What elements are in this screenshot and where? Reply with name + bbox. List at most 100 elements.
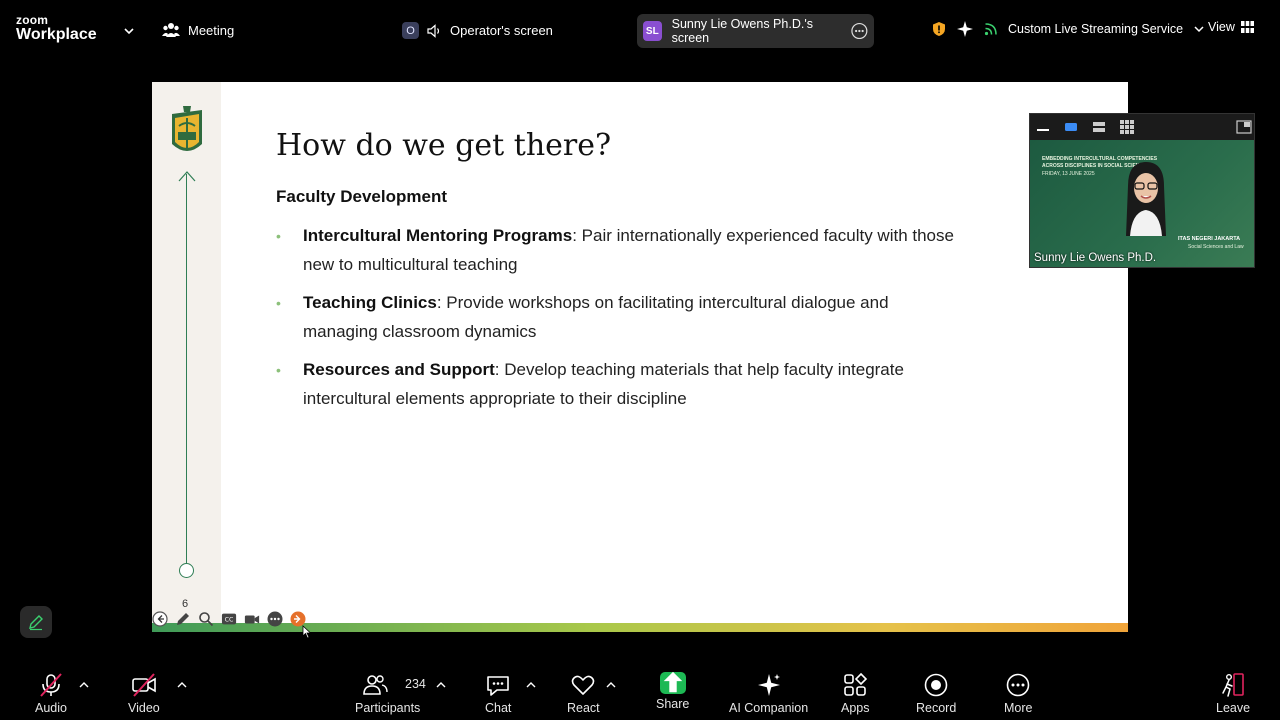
bullet-list: Intercultural Mentoring Programs: Pair i…	[276, 222, 956, 423]
presentation-slide: 6 How do we get there? Faculty Developme…	[152, 82, 1128, 632]
video-panel-controls	[1030, 114, 1256, 140]
record-label: Record	[916, 701, 957, 715]
pencil-icon	[29, 615, 43, 631]
chat-label: Chat	[485, 701, 512, 715]
participants-count: 234	[405, 677, 426, 691]
speaker-view-icon[interactable]	[1064, 120, 1078, 134]
more-icon[interactable]	[267, 611, 283, 627]
more-button[interactable]: More	[1004, 672, 1032, 715]
logo-line2: Workplace	[16, 26, 97, 43]
svg-text:CC: CC	[225, 617, 234, 624]
speaker-video: EMBEDDING INTERCULTURAL COMPETENCIES ACR…	[1030, 140, 1254, 267]
record-icon	[924, 673, 948, 697]
university-crest-icon	[172, 106, 202, 151]
view-button[interactable]: View	[1208, 20, 1254, 34]
top-right-controls: Custom Live Streaming Service	[932, 20, 1205, 38]
timeline-line	[186, 174, 187, 569]
bottom-toolbar: Audio Video Participants 234 Chat React …	[0, 662, 1280, 720]
ai-sparkle-icon	[757, 674, 780, 696]
participants-label: Participants	[355, 701, 421, 715]
apps-label: Apps	[841, 701, 870, 715]
video-camera-off-icon	[132, 673, 156, 697]
bullet-heading: Teaching Clinics	[303, 293, 437, 312]
pen-tool-icon[interactable]	[175, 611, 191, 627]
banner-faculty: Social Sciences and Law	[1188, 244, 1244, 250]
meeting-menu[interactable]: Meeting	[162, 22, 234, 38]
slide-toolbar: CC	[152, 611, 306, 627]
ai-companion-label: AI Companion	[729, 701, 809, 715]
list-item: Teaching Clinics: Provide workshops on f…	[276, 289, 956, 346]
participants-icon	[362, 675, 388, 695]
ai-companion-button[interactable]: AI Companion	[729, 672, 808, 715]
streaming-label[interactable]: Custom Live Streaming Service	[1008, 22, 1183, 36]
chat-icon	[487, 676, 510, 696]
zoom-tool-icon[interactable]	[198, 611, 214, 627]
shield-icon[interactable]	[932, 21, 946, 37]
grid-icon	[1240, 21, 1254, 33]
previous-slide-icon[interactable]	[152, 611, 168, 627]
chevron-up-icon[interactable]	[526, 680, 536, 690]
share-screen-icon	[659, 671, 686, 694]
more-label: More	[1004, 701, 1033, 715]
meeting-label: Meeting	[188, 22, 235, 38]
annotate-button[interactable]	[20, 606, 52, 638]
chevron-up-icon[interactable]	[177, 680, 187, 690]
chevron-up-icon[interactable]	[436, 680, 446, 690]
logo-line1: zoom	[16, 13, 49, 27]
slide-title: How do we get there?	[276, 128, 612, 163]
minimize-icon[interactable]	[1036, 120, 1050, 134]
share-label: Share	[656, 697, 690, 711]
mouse-cursor-icon	[302, 625, 312, 639]
leave-button[interactable]: Leave	[1216, 672, 1250, 715]
apps-icon	[844, 672, 868, 696]
speaker-avatar	[1126, 162, 1166, 236]
live-stream-icon	[984, 23, 997, 36]
list-item: Resources and Support: Develop teaching …	[276, 356, 956, 413]
sparkle-icon[interactable]	[956, 20, 974, 38]
gallery-view-icon[interactable]	[1120, 120, 1134, 134]
list-item: Intercultural Mentoring Programs: Pair i…	[276, 222, 956, 279]
bullet-heading: Intercultural Mentoring Programs	[303, 226, 573, 245]
speaker-screen-tab[interactable]: SL Sunny Lie Owens Ph.D.'s screen	[637, 14, 874, 48]
bullet-heading: Resources and Support	[303, 360, 495, 379]
react-button[interactable]: React	[567, 672, 600, 715]
more-options-icon[interactable]	[851, 22, 868, 40]
strip-view-icon[interactable]	[1092, 120, 1106, 134]
chevron-up-icon[interactable]	[79, 680, 89, 690]
chevron-up-icon[interactable]	[606, 680, 616, 690]
heart-icon	[572, 675, 595, 695]
chat-button[interactable]: Chat	[485, 672, 511, 715]
captions-icon[interactable]: CC	[221, 611, 237, 627]
people-icon	[162, 23, 180, 37]
chevron-down-icon[interactable]	[1193, 23, 1205, 35]
slide-number: 6	[182, 598, 189, 610]
react-label: React	[567, 701, 600, 715]
apps-button[interactable]: Apps	[841, 672, 870, 715]
section-title: Faculty Development	[276, 187, 447, 206]
operator-label: Operator's screen	[450, 23, 553, 38]
zoom-logo[interactable]: zoom Workplace	[16, 14, 97, 43]
speaker-icon	[427, 23, 440, 38]
video-button[interactable]: Video	[128, 672, 160, 715]
more-icon	[1006, 673, 1030, 697]
speaker-screen-label: Sunny Lie Owens Ph.D.'s screen	[671, 17, 813, 45]
camera-icon[interactable]	[244, 611, 260, 627]
microphone-muted-icon	[40, 673, 62, 697]
share-button[interactable]: Share	[656, 671, 690, 711]
timeline-endpoint	[179, 563, 194, 578]
operator-badge: O	[402, 22, 419, 39]
view-label: View	[1208, 20, 1235, 34]
participant-name: Sunny Lie Owens Ph.D.	[1034, 252, 1157, 264]
operator-screen-tab[interactable]: O Operator's screen	[402, 22, 553, 39]
video-label: Video	[128, 701, 160, 715]
leave-label: Leave	[1216, 701, 1251, 715]
speaker-badge: SL	[643, 21, 662, 41]
chevron-down-icon[interactable]	[122, 24, 136, 38]
pop-out-icon[interactable]	[1236, 120, 1252, 134]
record-button[interactable]: Record	[916, 672, 956, 715]
leave-icon	[1222, 673, 1244, 697]
audio-label: Audio	[35, 701, 67, 715]
timeline-arrow-icon	[178, 171, 196, 182]
audio-button[interactable]: Audio	[35, 672, 67, 715]
banner-university: ITAS NEGERI JAKARTA	[1178, 236, 1241, 242]
